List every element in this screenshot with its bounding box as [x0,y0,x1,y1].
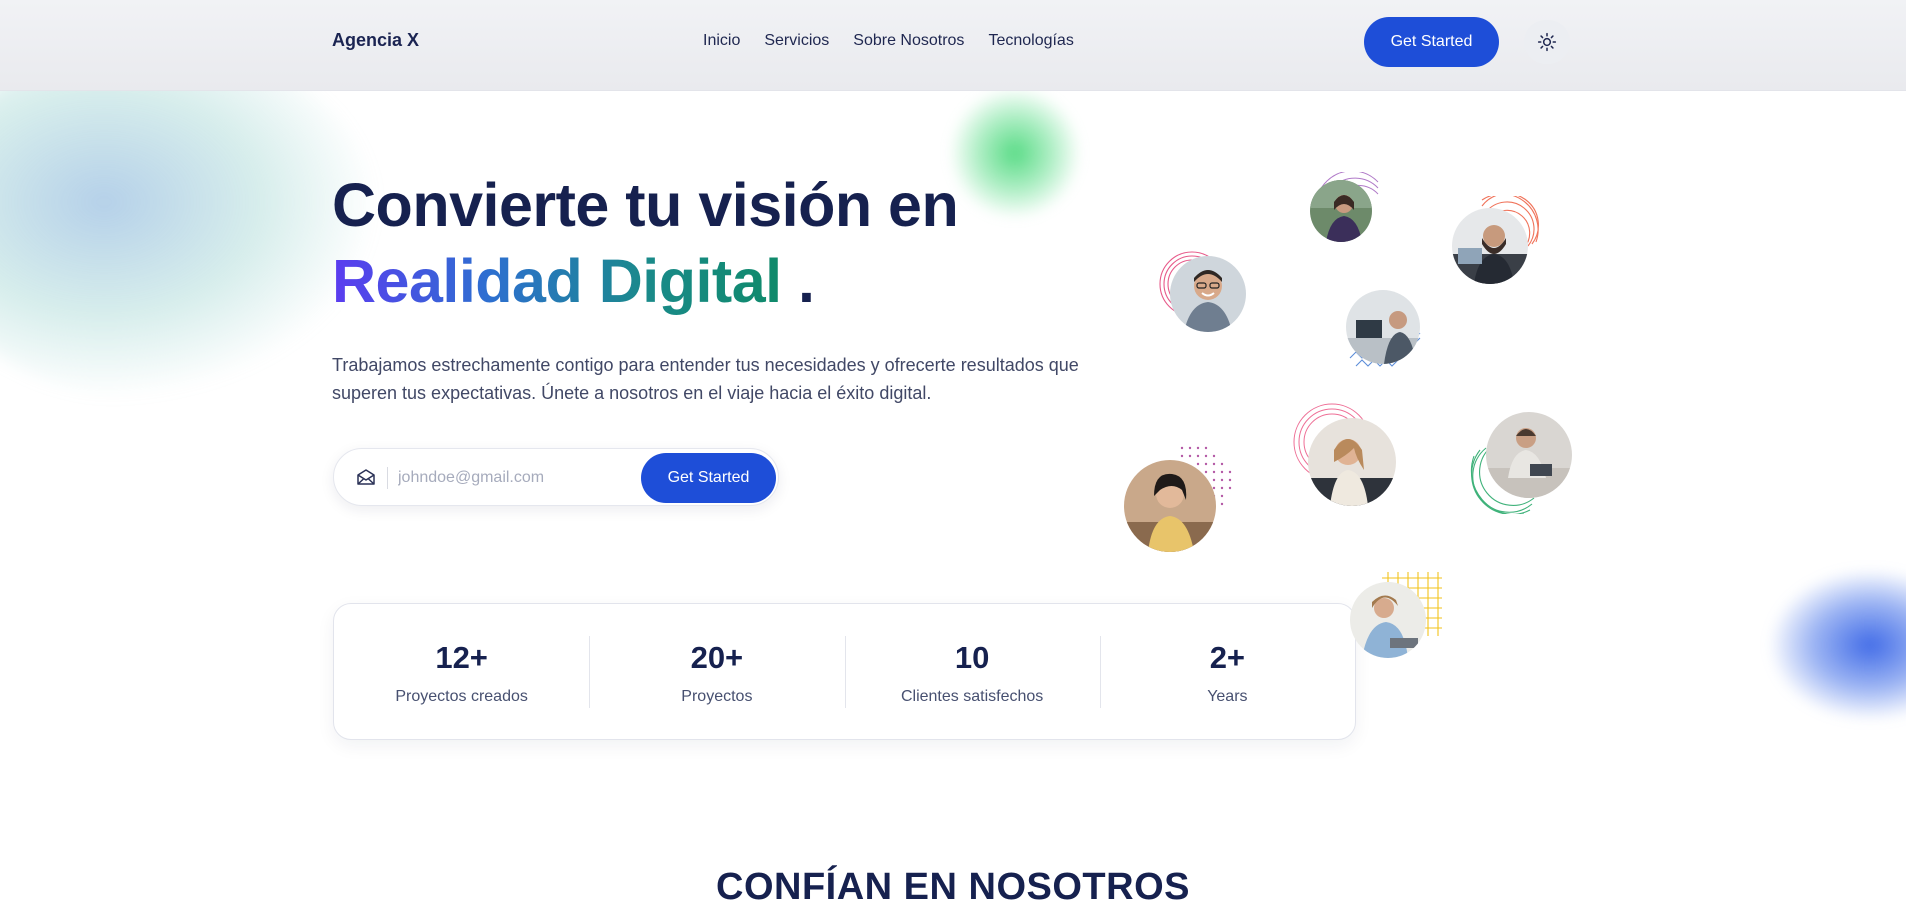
email-field-divider [387,467,388,489]
nav-link-inicio[interactable]: Inicio [703,32,740,50]
team-photo-avatar [1350,582,1426,658]
stat-item: 10 Clientes satisfechos [844,604,1100,739]
sun-icon [1537,32,1557,52]
team-photo-avatar [1346,290,1420,364]
nav-link-sobre-nosotros[interactable]: Sobre Nosotros [853,32,964,50]
header-get-started-button[interactable]: Get Started [1364,17,1499,67]
background-blob-blue [1770,570,1906,720]
nav-link-tecnologias[interactable]: Tecnologías [988,32,1073,50]
nav-link-servicios[interactable]: Servicios [764,32,829,50]
stat-item: 20+ Proyectos [589,604,844,739]
top-navbar: Agencia X Inicio Servicios Sobre Nosotro… [0,0,1906,91]
stats-card: 12+ Proyectos creados 20+ Proyectos 10 C… [333,603,1356,740]
stat-item: 2+ Years [1099,604,1355,739]
hero-title-dot: . [798,247,815,315]
stat-value: 2+ [1209,640,1246,675]
stat-value: 20+ [690,640,744,675]
team-photo-avatar [1486,412,1572,498]
stat-item: 12+ Proyectos creados [334,604,589,739]
section-title-trust: CONFÍAN EN NOSOTROS [716,866,1190,908]
hero-title-highlight-line: Realidad Digital . [332,246,815,316]
stat-value: 12+ [435,640,488,675]
team-photo-avatar [1452,208,1528,284]
team-photo-avatar [1308,418,1396,506]
hero-description: Trabajamos estrechamente contigo para en… [332,355,1079,403]
stat-label: Years [1207,688,1248,705]
email-signup-form: Get Started [333,448,779,506]
stat-label: Proyectos [681,688,753,705]
background-blob-green [950,88,1080,218]
stat-label: Proyectos creados [395,688,528,705]
theme-toggle-button[interactable] [1524,20,1570,64]
background-blob-left [0,40,380,400]
main-nav: Inicio Servicios Sobre Nosotros Tecnolog… [703,32,1074,50]
hero-title-highlight: Realidad Digital [332,247,782,315]
hero-title: Convierte tu visión en [332,171,959,239]
team-photo-avatar [1310,180,1372,242]
email-input[interactable] [398,463,618,493]
team-photo-avatar [1170,256,1246,332]
envelope-icon [357,469,375,485]
stat-value: 10 [954,640,990,675]
stat-label: Clientes satisfechos [900,688,1044,705]
brand-logo[interactable]: Agencia X [332,30,419,51]
team-photo-avatar [1124,460,1216,552]
email-get-started-button[interactable]: Get Started [641,453,776,503]
